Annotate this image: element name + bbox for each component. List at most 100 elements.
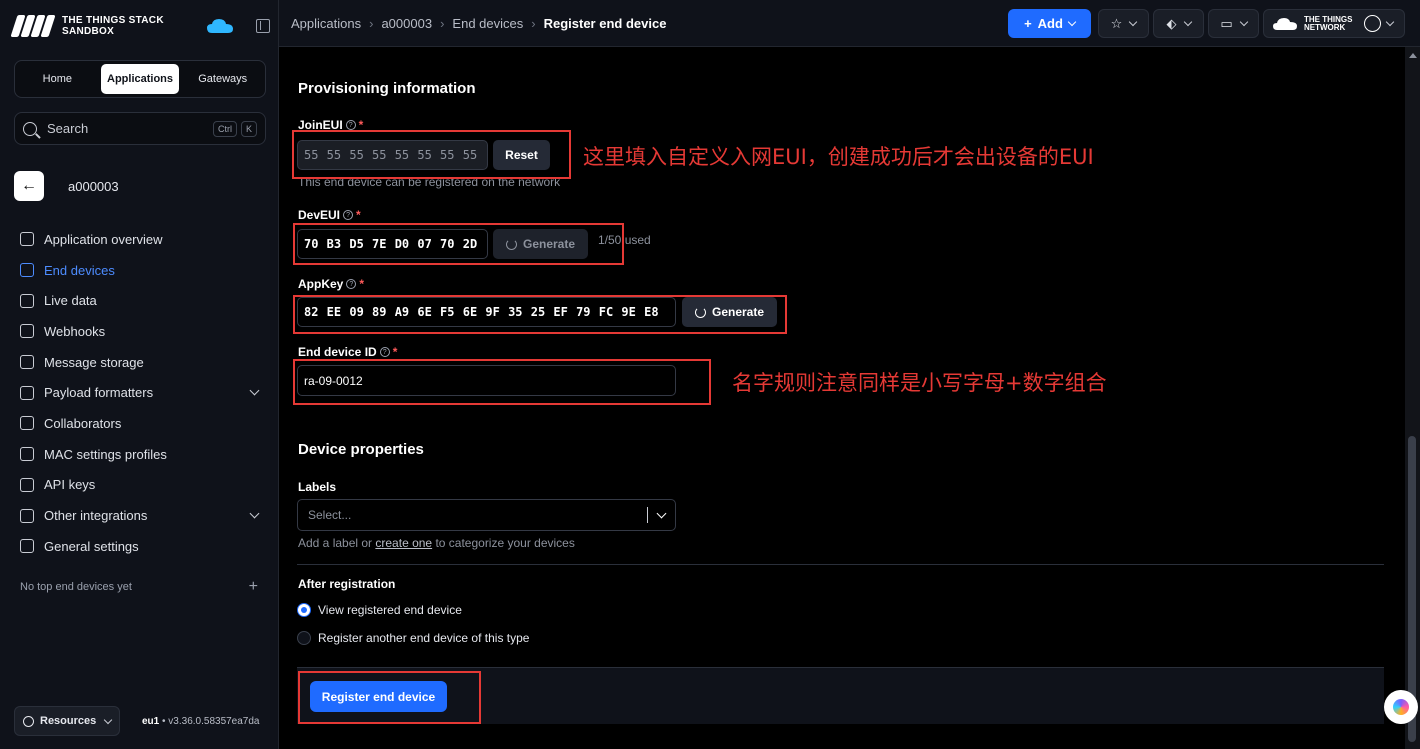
list-icon [20, 293, 34, 308]
chevron-down-icon [249, 385, 260, 396]
breadcrumb-end-devices[interactable]: End devices [452, 16, 523, 31]
radio-selected-icon [297, 603, 311, 617]
user-plus-icon [20, 447, 34, 462]
sidebar-item-mac-settings-profiles[interactable]: MAC settings profiles [20, 439, 264, 470]
labels-hint: Add a label or create one to categorize … [298, 536, 575, 550]
sidebar-nav: Application overview End devices Live da… [20, 224, 264, 562]
chevron-down-icon [249, 508, 260, 519]
app-root: THE THINGS STACK SANDBOX Home Application… [0, 0, 1420, 749]
tag-icon: ⬖ [1166, 15, 1177, 31]
breadcrumb-current: Register end device [543, 16, 667, 31]
add-button[interactable]: + Add [1008, 9, 1091, 38]
ttn-logo-icon [10, 15, 56, 37]
annotation-box-dev-eui [293, 223, 624, 265]
tab-home[interactable]: Home [18, 64, 97, 94]
breadcrumb-application[interactable]: a000003 [381, 16, 432, 31]
chevron-down-icon [1386, 17, 1395, 27]
chevron-down-icon [1183, 17, 1192, 27]
inbox-button[interactable]: ▭ [1208, 9, 1259, 38]
chevron-down-icon [656, 508, 667, 518]
annotation-note-join-eui: 这里填入自定义入网EUI，创建成功后才会出设备的EUI [583, 145, 1094, 169]
divider [297, 564, 1384, 565]
device-properties-heading: Device properties [298, 441, 424, 458]
breadcrumb: Applications › a000003 › End devices › Regi… [291, 16, 667, 31]
chevron-down-icon [103, 715, 113, 724]
radio-unselected-icon [297, 631, 311, 645]
inbox-icon: ▭ [1220, 15, 1233, 31]
database-icon [20, 355, 34, 370]
topbar: Applications › a000003 › End devices › Regi… [279, 0, 1420, 47]
help-icon[interactable]: ? [343, 210, 354, 220]
sidebar-footer: Resources eu1 • v3.36.0.58357ea7da [14, 706, 270, 736]
sidebar-item-message-storage[interactable]: Message storage [20, 347, 264, 378]
key-icon [20, 477, 34, 492]
radio-register-another[interactable]: Register another end device of this type [297, 631, 529, 645]
user-avatar-icon [1364, 15, 1382, 32]
after-registration-label: After registration [298, 577, 396, 591]
sidebar-item-payload-formatters[interactable]: Payload formatters [20, 377, 264, 408]
chevron-down-icon [1129, 17, 1138, 27]
annotation-box-register [298, 671, 481, 724]
dev-eui-label: DevEUI? * [298, 208, 361, 222]
code-icon [20, 385, 34, 400]
sidebar-item-api-keys[interactable]: API keys [20, 470, 264, 501]
sidebar-item-application-overview[interactable]: Application overview [20, 224, 264, 255]
gear-icon [20, 539, 34, 554]
app-name: a000003 [68, 178, 119, 194]
provisioning-heading: Provisioning information [298, 80, 476, 97]
radio-view-registered[interactable]: View registered end device [297, 603, 462, 617]
search-icon [23, 121, 37, 136]
integration-icon [20, 508, 34, 523]
ttn-brand: THE THINGS NETWORK [1304, 14, 1353, 32]
add-top-device-icon[interactable]: + [249, 578, 258, 596]
annotation-note-device-id: 名字规则注意同样是小写字母+数字组合 [732, 371, 1107, 395]
people-icon [20, 416, 34, 431]
assistant-button[interactable] [1384, 690, 1418, 724]
sidebar-item-webhooks[interactable]: Webhooks [20, 316, 264, 347]
account-menu-button[interactable]: THE THINGS NETWORK [1263, 9, 1405, 38]
scroll-up-arrow[interactable] [1409, 53, 1417, 58]
labels-select[interactable]: Select... [297, 499, 676, 531]
ttn-cloud-icon [1273, 17, 1297, 30]
search-input[interactable]: Search Ctrl K [14, 112, 266, 145]
collapse-sidebar-icon[interactable] [255, 19, 270, 33]
sidebar: THE THINGS STACK SANDBOX Home Application… [0, 0, 279, 749]
tab-gateways[interactable]: Gateways [183, 64, 262, 94]
labels-button[interactable]: ⬖ [1153, 9, 1204, 38]
plus-icon: + [1024, 16, 1032, 31]
top-nav-tabs: Home Applications Gateways [14, 60, 266, 98]
help-icon[interactable]: ? [346, 279, 357, 289]
tab-applications[interactable]: Applications [100, 64, 180, 94]
device-id-label: End device ID? * [298, 345, 398, 359]
brand-logo[interactable]: THE THINGS STACK SANDBOX [10, 12, 272, 40]
sidebar-item-other-integrations[interactable]: Other integrations [20, 500, 264, 531]
help-icon[interactable]: ? [345, 120, 356, 130]
chevron-down-icon [1239, 17, 1248, 27]
help-icon[interactable]: ? [379, 347, 390, 357]
breadcrumb-applications[interactable]: Applications [291, 16, 361, 31]
sidebar-item-live-data[interactable]: Live data [20, 285, 264, 316]
chevron-down-icon [1067, 17, 1077, 27]
create-label-link[interactable]: create one [375, 536, 432, 550]
cloud-icon [206, 19, 233, 33]
app-key-label: AppKey? * [298, 277, 365, 291]
grid-icon [20, 232, 34, 247]
resources-button[interactable]: Resources [14, 706, 120, 736]
webhook-icon [20, 324, 34, 339]
info-icon [23, 715, 34, 727]
sidebar-item-end-devices[interactable]: End devices [20, 255, 264, 286]
labels-label: Labels [298, 480, 337, 494]
annotation-box-join-eui [292, 130, 571, 179]
top-end-devices: No top end devices yet + [20, 578, 258, 596]
sidebar-item-collaborators[interactable]: Collaborators [20, 408, 264, 439]
brand-name: THE THINGS STACK SANDBOX [62, 15, 164, 37]
assistant-icon [1393, 699, 1409, 715]
bookmarks-button[interactable]: ☆ [1098, 9, 1149, 38]
star-icon: ☆ [1110, 15, 1123, 31]
back-button[interactable]: ← [14, 171, 44, 201]
search-label: Search [47, 121, 89, 136]
version-info: eu1 • v3.36.0.58357ea7da [142, 715, 260, 727]
chip-icon [20, 263, 34, 278]
annotation-box-device-id [293, 359, 711, 405]
sidebar-item-general-settings[interactable]: General settings [20, 531, 264, 562]
